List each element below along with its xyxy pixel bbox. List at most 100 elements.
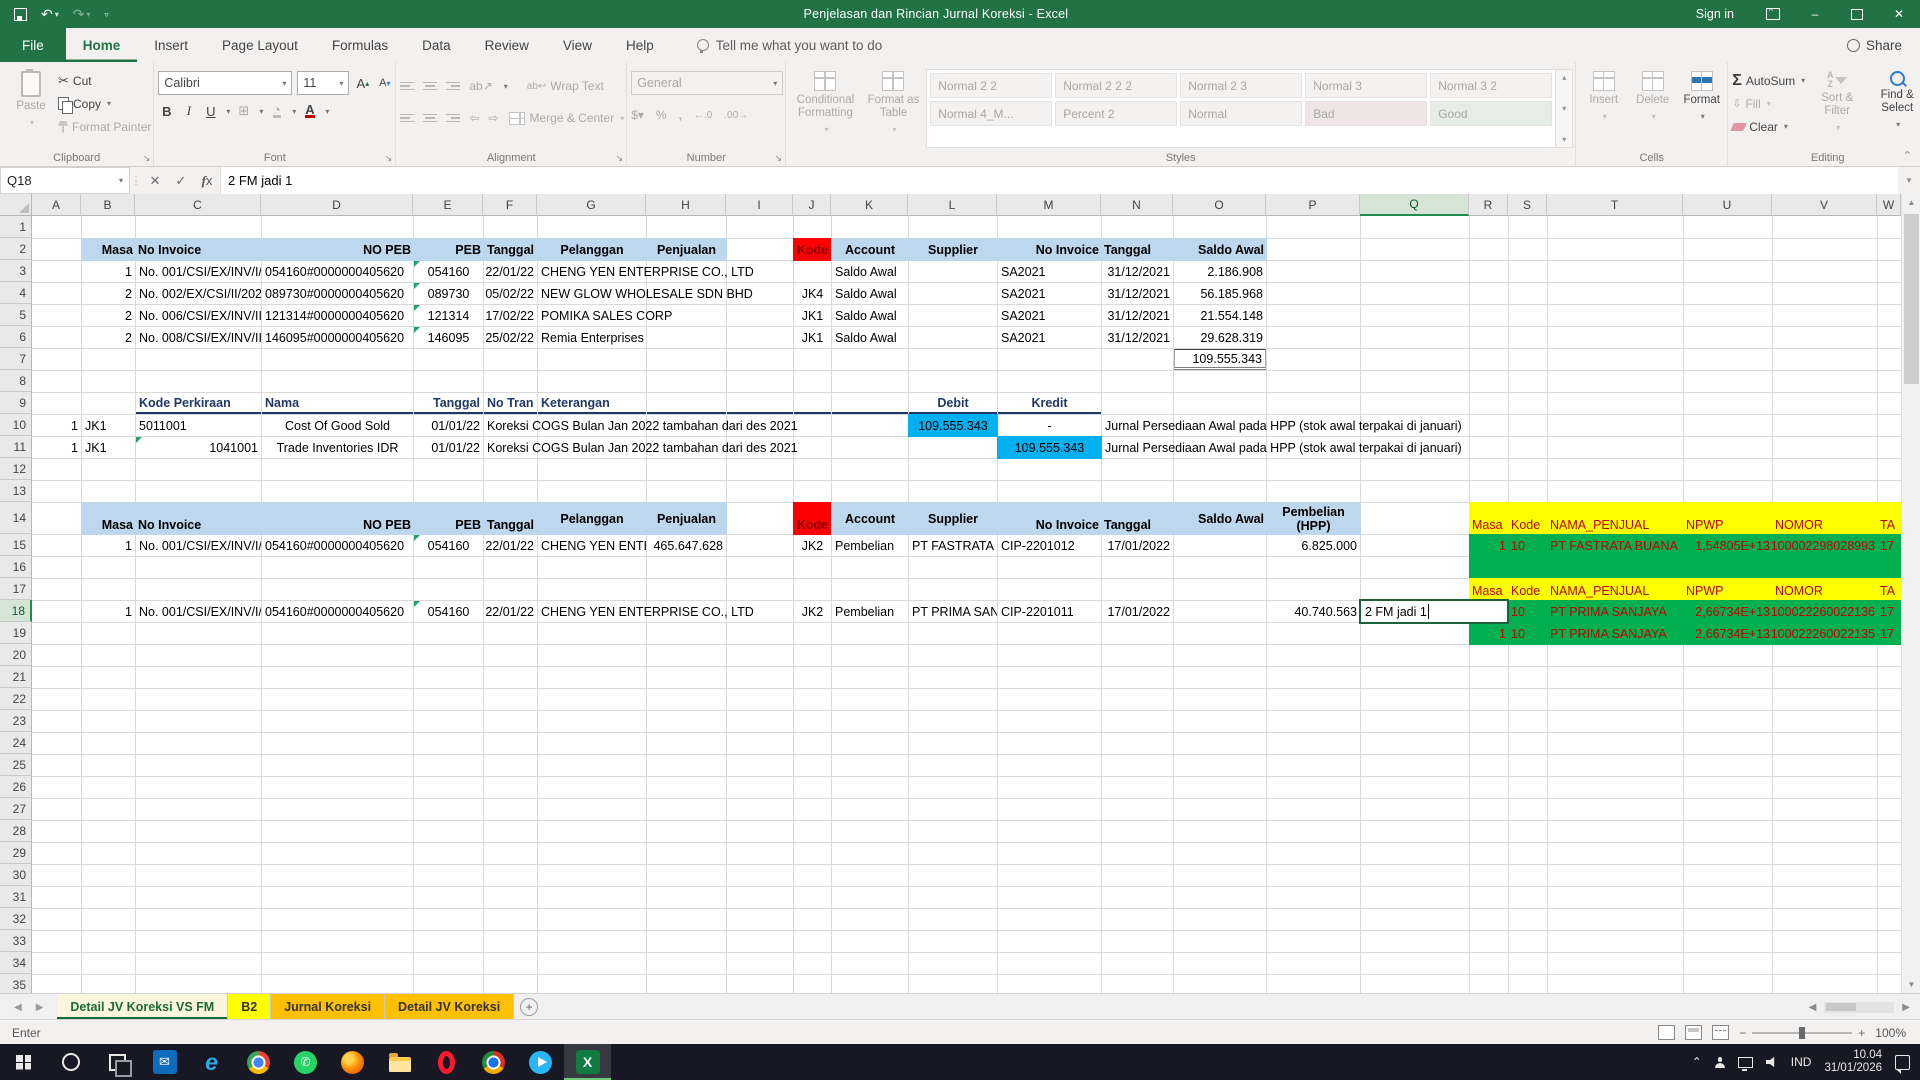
cell-W15[interactable]: 17 [1877,534,1901,557]
column-header-J[interactable]: J [793,194,831,216]
cell-B15[interactable]: 1 [82,535,135,556]
action-center-icon[interactable] [1895,1055,1910,1070]
cell-H15[interactable]: 465.647.628 [647,535,726,556]
cell-B2[interactable]: Masa [81,238,136,261]
row-header-18[interactable]: 18 [0,600,32,622]
sheet-tab-b2[interactable]: B2 [228,994,271,1020]
accounting-format-button[interactable]: $▾ [631,108,644,122]
ribbon-tab-file[interactable]: File [0,28,66,62]
row-header-10[interactable]: 10 [0,414,32,436]
cell-W19[interactable]: 17 [1877,622,1901,645]
cell-J4[interactable]: JK4 [794,283,831,304]
cell-B10[interactable]: JK1 [82,415,135,436]
column-header-K[interactable]: K [831,194,908,216]
cell-M15[interactable]: CIP-2201012 [998,535,1101,556]
cell-C3[interactable]: No. 001/CSI/EX/INV/I/2022 [136,261,261,282]
cell-style-normal[interactable]: Normal [1180,101,1302,126]
cell-N6[interactable]: 31/12/2021 [1102,327,1173,348]
cell-style-normal-4-m-[interactable]: Normal 4_M... [930,101,1052,126]
cell-E15[interactable]: 054160 [414,535,483,556]
column-header-G[interactable]: G [537,194,646,216]
row-header-23[interactable]: 23 [0,710,32,732]
ribbon-tab-data[interactable]: Data [405,28,468,62]
ribbon-tab-page-layout[interactable]: Page Layout [205,28,315,62]
column-header-M[interactable]: M [997,194,1101,216]
cell-K4[interactable]: Saldo Awal [832,283,908,304]
cell-R19[interactable]: 1 [1469,622,1509,645]
cell-N5[interactable]: 31/12/2021 [1102,305,1173,326]
cell-M14[interactable]: No Invoice [997,502,1102,535]
sign-in-button[interactable]: Sign in [1678,7,1752,21]
column-header-A[interactable]: A [32,194,81,216]
insert-function-button[interactable]: fx [194,167,220,194]
column-header-R[interactable]: R [1469,194,1508,216]
cell-N11[interactable]: Jurnal Persediaan Awal pada HPP (stok aw… [1102,437,1465,458]
ribbon-tab-view[interactable]: View [546,28,609,62]
sheet-tab-prev-button[interactable]: ◀ [14,1002,22,1013]
column-header-F[interactable]: F [483,194,537,216]
cell-N10[interactable]: Jurnal Persediaan Awal pada HPP (stok aw… [1102,415,1465,436]
cell-W17[interactable]: TA [1877,578,1901,601]
cell-C9[interactable]: Kode Perkiraan [136,393,261,414]
cell-H2[interactable]: Penjualan [646,238,727,261]
cell-G4[interactable]: NEW GLOW WHOLESALE SDN BHD [538,283,756,304]
cell-K9[interactable] [832,393,908,414]
hidden-icons-chevron[interactable]: ⌃ [1692,1055,1702,1069]
column-header-E[interactable]: E [413,194,483,216]
cell-C14[interactable]: No Invoice [135,502,262,535]
qat-customize-button[interactable]: ▿ [105,10,109,19]
cell-O4[interactable]: 56.185.968 [1174,283,1266,304]
row-header-9[interactable]: 9 [0,392,32,414]
horizontal-scroll-thumb[interactable] [1826,1003,1856,1011]
cell-O6[interactable]: 29.628.319 [1174,327,1266,348]
normal-view-button[interactable] [1658,1025,1675,1040]
cell-R15[interactable]: 1 [1469,534,1509,557]
cell-D15[interactable]: 054160#0000000405620 [262,535,413,556]
zoom-slider[interactable] [1752,1032,1852,1034]
zoom-in-button[interactable]: + [1858,1026,1865,1040]
cell-B5[interactable]: 2 [82,305,135,326]
ribbon-display-options-button[interactable] [1752,0,1794,28]
increase-decimal-button[interactable]: ←.0 [694,110,712,121]
cell-S16[interactable] [1508,556,1548,579]
cell-H14[interactable]: Penjualan [646,502,727,535]
find-select-button[interactable]: Find & Select▾ [1869,66,1920,148]
cell-E6[interactable]: 146095 [414,327,483,348]
cell-K6[interactable]: Saldo Awal [832,327,908,348]
cell-N14[interactable]: Tanggal [1101,502,1174,535]
column-header-L[interactable]: L [908,194,997,216]
row-header-30[interactable]: 30 [0,864,32,886]
cell-S15[interactable]: 10 [1508,534,1548,557]
cell-K3[interactable]: Saldo Awal [832,261,908,282]
cell-S19[interactable]: 10 [1508,622,1548,645]
people-icon[interactable] [1715,1057,1725,1067]
task-view-taskbar-button[interactable] [94,1044,141,1080]
cell-R14[interactable]: Masa [1469,502,1509,535]
row-header-27[interactable]: 27 [0,798,32,820]
cell-style-normal-2-2-2[interactable]: Normal 2 2 2 [1055,73,1177,98]
delete-cells-button[interactable]: Delete▾ [1629,66,1676,148]
vertical-scroll-thumb[interactable] [1904,214,1919,384]
cell-C4[interactable]: No. 002/EX/CSI/II/2022 [136,283,261,304]
speaker-icon[interactable] [1766,1057,1778,1067]
maximize-button[interactable] [1836,0,1878,28]
cell-O7[interactable]: 109.555.343 [1174,349,1266,370]
cell-F18[interactable]: 22/01/22 [484,601,537,622]
sheet-tab-next-button[interactable]: ▶ [36,1002,44,1013]
cell-B3[interactable]: 1 [82,261,135,282]
redo-button[interactable]: ↷▾ [73,7,91,21]
formula-input[interactable]: 2 FM jadi 1 [220,167,1898,194]
cell-C15[interactable]: No. 001/CSI/EX/INV/I/2022 [136,535,261,556]
cancel-button[interactable]: ✕ [142,167,168,194]
cell-V15[interactable]: 100002298028993 [1772,534,1878,557]
cell-E5[interactable]: 121314 [414,305,483,326]
cell-L10[interactable]: 109.555.343 [908,414,998,437]
close-button[interactable]: ✕ [1878,0,1920,28]
cell-K18[interactable]: Pembelian [832,601,908,622]
scroll-left-arrow[interactable]: ◀ [1809,1002,1817,1013]
align-middle-icon[interactable] [423,80,437,93]
cell-L9[interactable]: Debit [909,393,997,414]
bold-button[interactable]: B [158,101,175,121]
cell-J14[interactable]: Kode [793,502,832,535]
minimize-button[interactable]: – [1794,0,1836,28]
